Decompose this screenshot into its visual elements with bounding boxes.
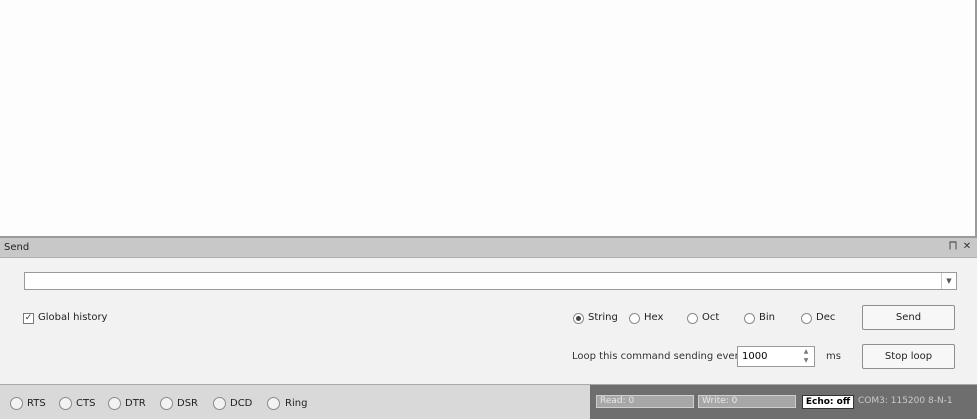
- write-counter: Write: 0: [698, 395, 796, 408]
- dsr-label: DSR: [177, 398, 198, 409]
- cts-label: CTS: [76, 398, 96, 409]
- spin-up-icon[interactable]: ▲: [799, 347, 813, 356]
- dsr-indicator-icon: [160, 397, 173, 410]
- global-history-label: Global history: [38, 312, 108, 323]
- format-radio-hex[interactable]: [629, 313, 640, 324]
- loop-interval-input[interactable]: [742, 350, 792, 363]
- command-input[interactable]: [27, 274, 937, 288]
- format-label-string: String: [588, 312, 618, 323]
- ring-label: Ring: [285, 398, 308, 409]
- spin-down-icon[interactable]: ▼: [799, 356, 813, 365]
- chevron-down-icon[interactable]: ▼: [941, 273, 956, 289]
- loop-label: Loop this command sending every: [572, 351, 745, 362]
- format-radio-bin[interactable]: [744, 313, 755, 324]
- format-radio-dec[interactable]: [801, 313, 812, 324]
- echo-status[interactable]: Echo: off: [802, 395, 854, 409]
- port-settings: COM3: 115200 8-N-1: [858, 396, 953, 406]
- close-icon[interactable]: ✕: [961, 241, 973, 253]
- dtr-label: DTR: [125, 398, 146, 409]
- dtr-indicator-icon: [108, 397, 121, 410]
- format-label-dec: Dec: [816, 312, 836, 323]
- loop-unit-label: ms: [826, 351, 841, 362]
- terminal-output-area[interactable]: [0, 0, 977, 236]
- status-bar: RTS CTS DTR DSR DCD Ring Read: 0 Write: …: [0, 384, 977, 419]
- cts-indicator-icon: [59, 397, 72, 410]
- rts-label: RTS: [27, 398, 46, 409]
- format-label-oct: Oct: [702, 312, 720, 323]
- global-history-checkbox[interactable]: ✓: [23, 313, 34, 324]
- rts-indicator-icon: [10, 397, 23, 410]
- command-combobox[interactable]: ▼: [24, 272, 957, 290]
- dcd-indicator-icon: [213, 397, 226, 410]
- loop-interval-stepper[interactable]: ▲ ▼: [737, 346, 815, 367]
- send-button[interactable]: Send: [862, 305, 955, 330]
- format-label-hex: Hex: [644, 312, 664, 323]
- send-panel: Send ⨅ ✕ ▼ ✓ Global history String Hex O…: [0, 236, 977, 384]
- dcd-label: DCD: [230, 398, 253, 409]
- pin-icon[interactable]: ⨅: [947, 241, 959, 253]
- format-radio-string[interactable]: [573, 313, 584, 324]
- send-panel-header: Send ⨅ ✕: [0, 238, 977, 258]
- format-radio-oct[interactable]: [687, 313, 698, 324]
- status-counters: Read: 0 Write: 0 Echo: off COM3: 115200 …: [590, 385, 977, 419]
- send-panel-title: Send: [4, 242, 30, 253]
- ring-indicator-icon: [267, 397, 280, 410]
- read-counter: Read: 0: [596, 395, 694, 408]
- stop-loop-button[interactable]: Stop loop: [862, 344, 955, 369]
- format-label-bin: Bin: [759, 312, 775, 323]
